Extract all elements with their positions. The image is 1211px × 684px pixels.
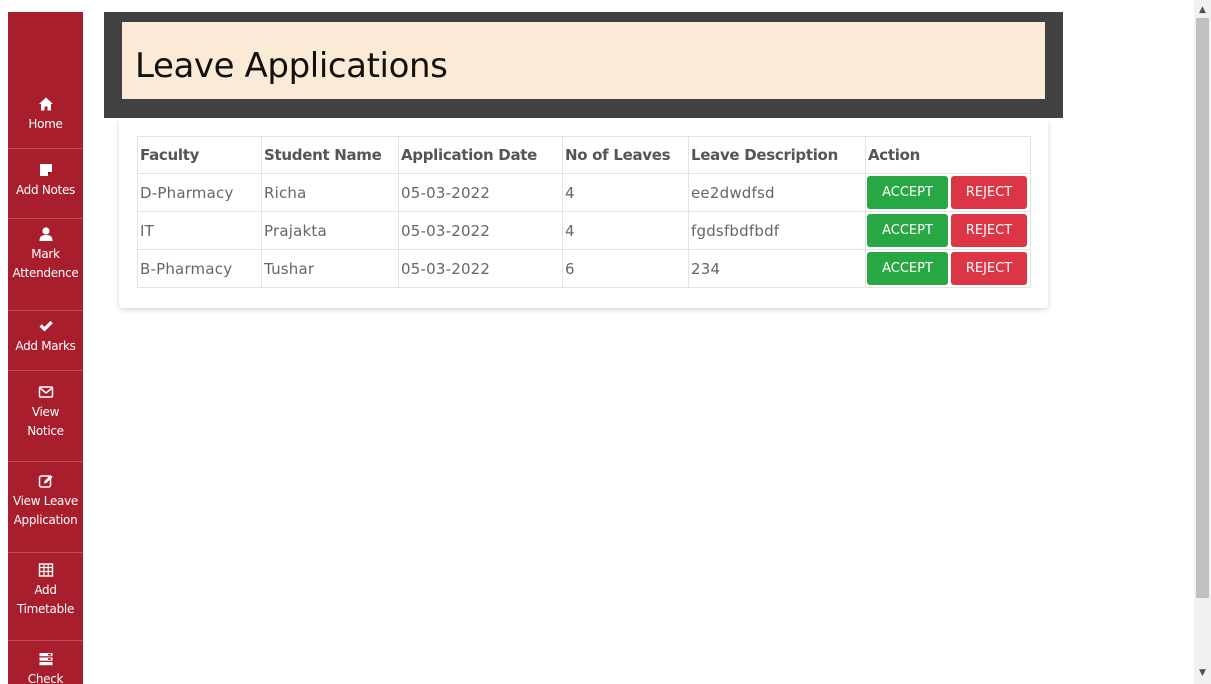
cell-leave-description: ee2dwdfsd [688,173,866,212]
cell-student-name: Richa [261,173,399,212]
page-header-banner: Leave Applications [122,22,1045,99]
sidebar-divider [8,218,83,219]
sidebar: Home Add Notes Mark Attendence Add Marks… [8,12,83,684]
table-header-row: Faculty Student Name Application Date No… [137,136,1031,174]
table-row: B-Pharmacy Tushar 05-03-2022 6 234 ACCEP… [137,249,1031,288]
column-header-no-of-leaves: No of Leaves [562,136,689,174]
sidebar-item-label: Attendence [12,266,79,280]
cell-application-date: 05-03-2022 [398,211,563,250]
sidebar-divider [8,148,83,149]
sidebar-item-label: Mark [31,247,60,261]
cell-faculty: B-Pharmacy [137,249,262,288]
sidebar-divider [8,552,83,553]
sidebar-divider [8,310,83,311]
sidebar-item-add-marks[interactable]: Add Marks [8,318,83,356]
sidebar-item-home[interactable]: Home [8,96,83,134]
leave-applications-card: Faculty Student Name Application Date No… [119,118,1048,308]
cell-application-date: 05-03-2022 [398,249,563,288]
sidebar-item-label: Notice [27,424,64,438]
check-icon [8,318,83,336]
scroll-up-icon[interactable]: ▲ [1194,2,1211,19]
sidebar-item-label: View Leave [13,494,78,508]
sidebar-divider [8,370,83,371]
sidebar-item-label: Check [27,672,64,684]
sidebar-divider [8,461,83,462]
table-icon [8,562,83,580]
cell-leave-description: 234 [688,249,866,288]
cell-action: ACCEPT REJECT [865,211,1031,250]
column-header-leave-description: Leave Description [688,136,866,174]
sidebar-item-view-notice[interactable]: View Notice [8,384,83,441]
cell-faculty: D-Pharmacy [137,173,262,212]
cell-student-name: Tushar [261,249,399,288]
sidebar-divider [8,640,83,641]
reject-button[interactable]: REJECT [951,214,1027,247]
sidebar-item-label: Home [28,117,63,131]
sidebar-item-label: Add Notes [15,183,75,197]
envelope-icon [8,384,83,402]
sidebar-item-label: Add [34,583,57,597]
leave-applications-table: Faculty Student Name Application Date No… [137,136,1031,288]
sidebar-item-label: Add Marks [15,339,76,353]
page-header: Leave Applications [104,12,1063,118]
column-header-action: Action [865,136,1031,174]
sidebar-item-view-leave-application[interactable]: View Leave Application [8,473,83,530]
sidebar-item-label: Timetable [16,602,75,616]
sticky-note-icon [8,162,83,180]
table-row: IT Prajakta 05-03-2022 4 fgdsfbdfbdf ACC… [137,211,1031,250]
cell-action: ACCEPT REJECT [865,173,1031,212]
accept-button[interactable]: ACCEPT [867,214,948,247]
column-header-faculty: Faculty [137,136,262,174]
list-icon [8,651,83,669]
table-row: D-Pharmacy Richa 05-03-2022 4 ee2dwdfsd … [137,173,1031,212]
scroll-down-icon[interactable]: ▼ [1194,665,1211,682]
cell-application-date: 05-03-2022 [398,173,563,212]
sidebar-item-mark-attendence[interactable]: Mark Attendence [8,226,83,283]
page-title: Leave Applications [135,46,448,86]
home-icon [8,96,83,114]
sidebar-item-label: View [31,405,60,419]
reject-button[interactable]: REJECT [951,176,1027,209]
user-icon [8,226,83,244]
sidebar-item-check[interactable]: Check [8,651,83,684]
accept-button[interactable]: ACCEPT [867,252,948,285]
scrollbar-thumb[interactable] [1196,18,1209,598]
sidebar-item-add-notes[interactable]: Add Notes [8,162,83,200]
cell-faculty: IT [137,211,262,250]
cell-leave-description: fgdsfbdfbdf [688,211,866,250]
vertical-scrollbar[interactable]: ▲ ▼ [1194,0,1211,684]
reject-button[interactable]: REJECT [951,252,1027,285]
cell-no-of-leaves: 4 [562,173,689,212]
column-header-application-date: Application Date [398,136,563,174]
sidebar-item-add-timetable[interactable]: Add Timetable [8,562,83,619]
cell-no-of-leaves: 6 [562,249,689,288]
sidebar-item-label: Application [13,513,78,527]
cell-action: ACCEPT REJECT [865,249,1031,288]
cell-no-of-leaves: 4 [562,211,689,250]
column-header-student-name: Student Name [261,136,399,174]
accept-button[interactable]: ACCEPT [867,176,948,209]
cell-student-name: Prajakta [261,211,399,250]
edit-icon [8,473,83,491]
